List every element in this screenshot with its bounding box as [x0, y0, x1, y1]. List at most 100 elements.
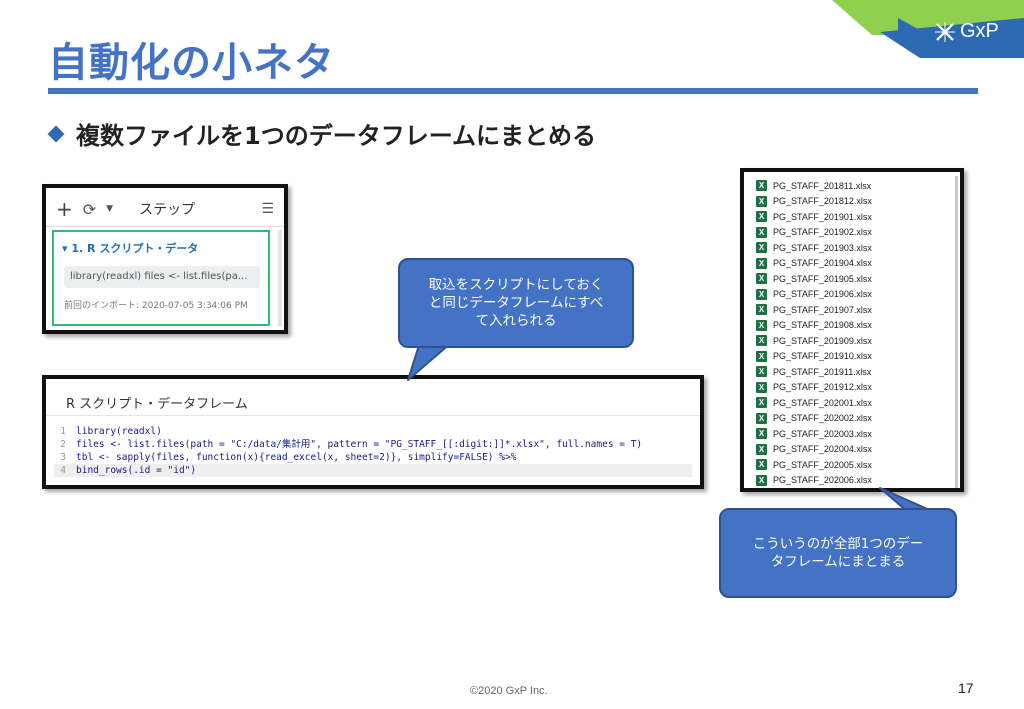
- file-name: PG_STAFF_202002.xlsx: [773, 413, 872, 424]
- file-name: PG_STAFF_201911.xlsx: [773, 366, 872, 377]
- file-list-scrollbar[interactable]: [955, 176, 958, 488]
- file-row[interactable]: X PG_STAFF_202004.xlsx: [756, 442, 956, 458]
- code-line: 2 files <- list.files(path = "C:/data/集計…: [54, 438, 692, 451]
- file-row[interactable]: X PG_STAFF_201907.xlsx: [756, 302, 956, 318]
- code-text: files <- list.files(path = "C:/data/集計用"…: [76, 439, 643, 450]
- excel-file-icon: X: [756, 443, 767, 455]
- excel-file-icon: X: [756, 195, 767, 207]
- file-row[interactable]: X PG_STAFF_202005.xlsx: [756, 457, 956, 473]
- file-list-screenshot: X PG_STAFF_201811.xlsx X PG_STAFF_201812.xl…: [740, 168, 964, 492]
- excel-file-icon: X: [756, 397, 767, 409]
- file-row[interactable]: X PG_STAFF_201906.xlsx: [756, 287, 956, 303]
- excel-file-icon: X: [756, 242, 767, 254]
- file-name: PG_STAFF_201812.xlsx: [773, 196, 872, 207]
- excel-file-icon: X: [756, 273, 767, 285]
- step-card-r-script[interactable]: ▾ 1. R スクリプト・データ library(readxl) files <…: [52, 230, 270, 326]
- excel-file-icon: X: [756, 428, 767, 440]
- file-list: X PG_STAFF_201811.xlsx X PG_STAFF_201812.xl…: [756, 178, 956, 488]
- file-name: PG_STAFF_202003.xlsx: [773, 428, 872, 439]
- steps-panel-screenshot: + ⟳ ▼ ステップ ☰ ▾ 1. R スクリプト・データ library(re…: [42, 184, 288, 334]
- steps-scrollbar[interactable]: [278, 230, 282, 326]
- file-row[interactable]: X PG_STAFF_201909.xlsx: [756, 333, 956, 349]
- code-text: library(readxl): [76, 426, 162, 437]
- excel-file-icon: X: [756, 288, 767, 300]
- add-step-icon[interactable]: +: [56, 199, 73, 219]
- page-number: 17: [958, 680, 974, 696]
- logo-text: GxP: [960, 20, 999, 42]
- file-row[interactable]: X PG_STAFF_201812.xlsx: [756, 194, 956, 210]
- file-name: PG_STAFF_201912.xlsx: [773, 382, 872, 393]
- code-text: bind_rows(.id = "id"): [76, 465, 197, 476]
- file-name: PG_STAFF_201906.xlsx: [773, 289, 872, 300]
- file-name: PG_STAFF_202005.xlsx: [773, 459, 872, 470]
- line-number: 3: [60, 452, 66, 463]
- file-row[interactable]: X PG_STAFF_201912.xlsx: [756, 380, 956, 396]
- file-row[interactable]: X PG_STAFF_201911.xlsx: [756, 364, 956, 380]
- file-row[interactable]: X PG_STAFF_201905.xlsx: [756, 271, 956, 287]
- file-row[interactable]: X PG_STAFF_201901.xlsx: [756, 209, 956, 225]
- editor-divider: [46, 415, 700, 416]
- file-row[interactable]: X PG_STAFF_202001.xlsx: [756, 395, 956, 411]
- toolbar-divider: [46, 226, 284, 227]
- footer-copyright: ©2020 GxP Inc.: [470, 685, 548, 697]
- excel-file-icon: X: [756, 366, 767, 378]
- file-name: PG_STAFF_202006.xlsx: [773, 475, 872, 486]
- file-name: PG_STAFF_201903.xlsx: [773, 242, 872, 253]
- filter-menu-icon[interactable]: ☰: [261, 201, 274, 217]
- callout-files-note: こういうのが全部1つのデー タフレームにまとまる: [719, 508, 957, 598]
- file-row[interactable]: X PG_STAFF_201811.xlsx: [756, 178, 956, 194]
- bullet-point: 複数ファイルを1つのデータフレームにまとめる: [47, 116, 596, 151]
- excel-file-icon: X: [756, 180, 767, 192]
- company-logo: GxP: [934, 20, 999, 43]
- logo-mark-icon: [935, 21, 955, 42]
- file-name: PG_STAFF_201811.xlsx: [773, 180, 872, 191]
- file-name: PG_STAFF_201905.xlsx: [773, 273, 872, 284]
- step-last-import: 前回のインポート: 2020-07-05 3:34:06 PM: [64, 301, 248, 311]
- excel-file-icon: X: [756, 474, 767, 486]
- file-name: PG_STAFF_201904.xlsx: [773, 258, 872, 269]
- file-row[interactable]: X PG_STAFF_201903.xlsx: [756, 240, 956, 256]
- steps-label: ステップ: [139, 202, 196, 218]
- file-row[interactable]: X PG_STAFF_201902.xlsx: [756, 225, 956, 241]
- file-row[interactable]: X PG_STAFF_201908.xlsx: [756, 318, 956, 334]
- file-row[interactable]: X PG_STAFF_202002.xlsx: [756, 411, 956, 427]
- callout-script-note: 取込をスクリプトにしておく と同じデータフレームにすべ て入れられる: [398, 258, 634, 348]
- step-title: ▾ 1. R スクリプト・データ: [62, 242, 199, 255]
- code-line-current: 4 bind_rows(.id = "id"): [54, 464, 692, 477]
- excel-file-icon: X: [756, 412, 767, 424]
- file-row[interactable]: X PG_STAFF_201910.xlsx: [756, 349, 956, 365]
- file-name: PG_STAFF_201907.xlsx: [773, 304, 872, 315]
- file-row[interactable]: X PG_STAFF_201904.xlsx: [756, 256, 956, 272]
- excel-file-icon: X: [756, 335, 767, 347]
- file-name: PG_STAFF_201901.xlsx: [773, 211, 872, 222]
- code-area[interactable]: 1 library(readxl) 2 files <- list.files(…: [54, 425, 692, 477]
- title-underline: [48, 88, 978, 94]
- file-row[interactable]: X PG_STAFF_202003.xlsx: [756, 426, 956, 442]
- diamond-bullet-icon: [47, 125, 65, 142]
- line-number: 1: [60, 426, 66, 437]
- file-name: PG_STAFF_201910.xlsx: [773, 351, 872, 362]
- code-text: tbl <- sapply(files, function(x){read_ex…: [76, 452, 517, 463]
- refresh-icon[interactable]: ⟳: [83, 200, 96, 219]
- code-line: 3 tbl <- sapply(files, function(x){read_…: [54, 451, 692, 464]
- step-code-preview: library(readxl) files <- list.files(pa..…: [64, 266, 260, 288]
- excel-file-icon: X: [756, 381, 767, 393]
- file-name: PG_STAFF_201902.xlsx: [773, 227, 872, 238]
- excel-file-icon: X: [756, 211, 767, 223]
- excel-file-icon: X: [756, 257, 767, 269]
- line-number: 2: [60, 439, 66, 450]
- file-name: PG_STAFF_201909.xlsx: [773, 335, 872, 346]
- slide-title: 自動化の小ネタ: [48, 40, 335, 86]
- callout-text: こういうのが全部1つのデー タフレームにまとまる: [752, 535, 924, 570]
- excel-file-icon: X: [756, 459, 767, 471]
- line-number: 4: [60, 465, 66, 476]
- callout-text: 取込をスクリプトにしておく と同じデータフレームにすべ て入れられる: [428, 276, 604, 330]
- code-line: 1 library(readxl): [54, 425, 692, 438]
- file-name: PG_STAFF_202004.xlsx: [773, 444, 872, 455]
- chevron-down-icon[interactable]: ▼: [106, 204, 113, 214]
- excel-file-icon: X: [756, 226, 767, 238]
- bullet-text: 複数ファイルを1つのデータフレームにまとめる: [76, 122, 596, 150]
- excel-file-icon: X: [756, 350, 767, 362]
- excel-file-icon: X: [756, 319, 767, 331]
- file-name: PG_STAFF_202001.xlsx: [773, 397, 872, 408]
